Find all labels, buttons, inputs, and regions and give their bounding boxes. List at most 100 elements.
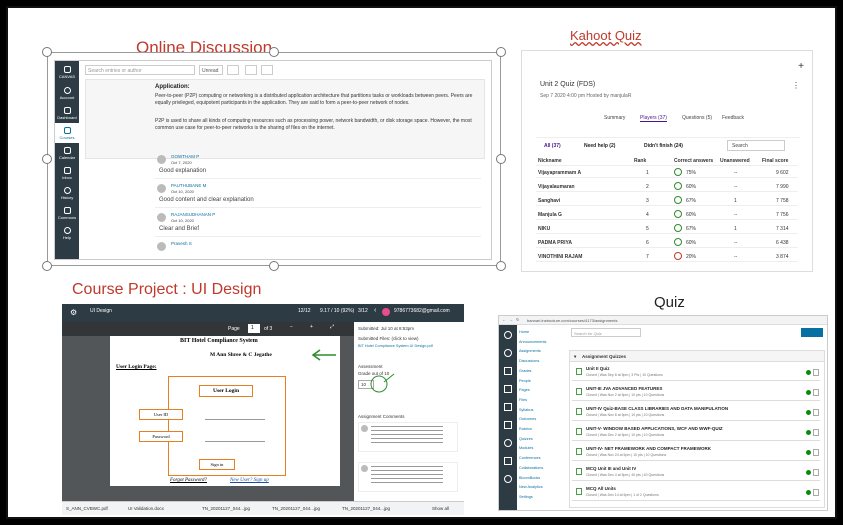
course-nav-item[interactable]: Files (519, 396, 567, 406)
tab-questions[interactable]: Questions (5) (682, 115, 712, 121)
item-menu-icon[interactable] (813, 389, 819, 396)
tab-players[interactable]: Players (37) (640, 115, 667, 122)
download-item[interactable]: TN_20201127_044...jpg (342, 506, 390, 511)
course-nav-item[interactable]: Modules (519, 444, 567, 454)
item-menu-icon[interactable] (813, 429, 819, 436)
help-icon[interactable] (504, 475, 512, 483)
published-icon[interactable] (806, 490, 811, 495)
zoom-in-icon[interactable]: + (310, 324, 313, 330)
reply-author[interactable]: GOWTHAM P (171, 154, 199, 159)
course-nav-item[interactable]: Outcomes (519, 415, 567, 425)
quiz-item[interactable]: UNIT-V- WINDOW BASED APPLICATIONS, WCF A… (572, 424, 820, 441)
prev-student-icon[interactable]: ‹ (374, 307, 376, 314)
filter-didnt-finish[interactable]: Didn't finish (24) (644, 143, 683, 149)
discussion-search-input[interactable]: Search entries or author (85, 65, 195, 75)
tab-summary[interactable]: Summary (604, 115, 625, 121)
quiz-item[interactable]: UNIT-III JVA ADVANCED FEATURES Closed | W… (572, 384, 820, 401)
calendar-icon[interactable] (504, 403, 512, 411)
course-nav-item[interactable]: Syllabus (519, 406, 567, 416)
download-item[interactable]: TN_20201127_044...jpg (272, 506, 320, 511)
dashboard-icon[interactable] (504, 367, 512, 375)
student-email[interactable]: 9786773682@gmail.com (394, 308, 450, 314)
course-nav-item[interactable]: Conferences (519, 454, 567, 464)
course-nav-item[interactable]: Assignments (519, 347, 567, 357)
reply-author[interactable]: PAUTHUBANE M (171, 183, 206, 188)
history-icon[interactable] (504, 439, 512, 447)
course-nav-item[interactable]: Grades (519, 367, 567, 377)
course-nav-item[interactable]: Pages (519, 386, 567, 396)
course-nav-item[interactable]: Quizzes (519, 435, 567, 445)
course-nav-item[interactable]: Home (519, 328, 567, 338)
table-row[interactable]: VINOTHINI RAJAM 7 20% -- 3 874 (536, 251, 798, 262)
nav-calendar[interactable]: Calendar (55, 143, 79, 163)
tab-feedback[interactable]: Feedback (722, 115, 744, 121)
table-row[interactable]: NIKU 5 67% 1 7 314 (536, 223, 798, 234)
zoom-out-icon[interactable]: − (290, 324, 293, 330)
quiz-item[interactable]: Unit II Quiz Closed | Was Sep 8 at 5pm | … (572, 364, 820, 381)
submitted-file-link[interactable]: BIT Hotel Compliance System UI Design.pd… (358, 344, 433, 348)
account-icon[interactable] (504, 349, 512, 357)
download-item[interactable]: TN_20201127_044...jpg (202, 506, 250, 511)
published-icon[interactable] (806, 390, 811, 395)
published-icon[interactable] (806, 370, 811, 375)
quiz-item[interactable]: MCQ Unit III and Unit IV Closed | Was Dec… (572, 464, 820, 481)
course-nav-item[interactable]: Discussions (519, 357, 567, 367)
filter-all[interactable]: All (37) (544, 143, 561, 149)
collapse-button[interactable] (245, 65, 257, 75)
published-icon[interactable] (806, 430, 811, 435)
add-quiz-button[interactable] (801, 328, 823, 337)
add-icon[interactable]: + (798, 61, 804, 72)
show-all-button[interactable]: Show all (432, 506, 449, 511)
forward-icon[interactable]: → (509, 317, 513, 322)
commons-icon[interactable] (504, 457, 512, 465)
item-menu-icon[interactable] (813, 409, 819, 416)
quiz-search-input[interactable]: Search for Quiz (571, 328, 641, 337)
published-icon[interactable] (806, 450, 811, 455)
item-menu-icon[interactable] (813, 449, 819, 456)
url-bar[interactable]: bannari.instructure.com/courses/4173/ass… (527, 318, 618, 323)
course-nav-item[interactable]: Settings (519, 493, 567, 503)
nav-dashboard[interactable]: Dashboard (55, 103, 79, 123)
table-row[interactable]: PADMA PRIYA 6 60% -- 6 438 (536, 237, 798, 248)
course-nav-item[interactable]: BloomBooks (519, 474, 567, 484)
page-number-input[interactable]: 1 (248, 324, 260, 333)
expand-button[interactable] (261, 65, 273, 75)
players-search-input[interactable]: Search (727, 140, 785, 151)
course-nav-item[interactable]: New Analytics (519, 483, 567, 493)
nav-help[interactable]: Help (55, 223, 79, 243)
unread-filter-button[interactable]: Unread (199, 65, 223, 75)
quiz-item[interactable]: MCQ All Units Closed | Was Dec 14 at 5pm … (572, 484, 820, 501)
download-item[interactable]: S_ANN_CVBWC.pdf (66, 506, 108, 511)
nav-account[interactable]: Account (55, 83, 79, 103)
table-row[interactable]: Vijayalaumaran 2 60% -- 7 990 (536, 181, 798, 192)
courses-icon[interactable] (504, 385, 512, 393)
settings-button[interactable] (227, 65, 239, 75)
reply-author[interactable]: RAJANSUDHANAN P (171, 212, 215, 217)
published-icon[interactable] (806, 410, 811, 415)
course-nav-item[interactable]: Rubrics (519, 425, 567, 435)
quiz-item[interactable]: UNIT-IV- NET FRAMEWORK AND COMPACT FRAME… (572, 444, 820, 461)
download-item[interactable]: UI Validation.docx (128, 506, 164, 511)
item-menu-icon[interactable] (813, 369, 819, 376)
item-menu-icon[interactable] (813, 489, 819, 496)
nav-history[interactable]: History (55, 183, 79, 203)
published-icon[interactable] (806, 470, 811, 475)
inbox-icon[interactable] (504, 421, 512, 429)
table-row[interactable]: Vijayaprammam A 1 75% -- 9 602 (536, 167, 798, 178)
course-nav-item[interactable]: People (519, 377, 567, 387)
reload-icon[interactable]: ↻ (516, 317, 519, 322)
course-nav-item[interactable]: Collaborations (519, 464, 567, 474)
back-icon[interactable]: ← (502, 317, 506, 322)
table-row[interactable]: Sanghavi 3 67% 1 7 758 (536, 195, 798, 206)
quiz-item[interactable]: UNIT-IV Quiz-BASE CLASS LIBRARIES AND DA… (572, 404, 820, 421)
nav-courses[interactable]: Courses (55, 123, 79, 143)
gear-icon[interactable]: ⚙ (70, 308, 77, 317)
reply-author[interactable]: Pravesh S (171, 241, 192, 246)
nav-commons[interactable]: Commons (55, 203, 79, 223)
item-menu-icon[interactable] (813, 469, 819, 476)
filter-need-help[interactable]: Need help (2) (584, 143, 615, 149)
table-row[interactable]: Manjula G 4 60% -- 7 756 (536, 209, 798, 220)
course-nav-item[interactable]: Announcements (519, 338, 567, 348)
fullscreen-icon[interactable]: ⤢ (330, 324, 334, 330)
nav-inbox[interactable]: Inbox (55, 163, 79, 183)
